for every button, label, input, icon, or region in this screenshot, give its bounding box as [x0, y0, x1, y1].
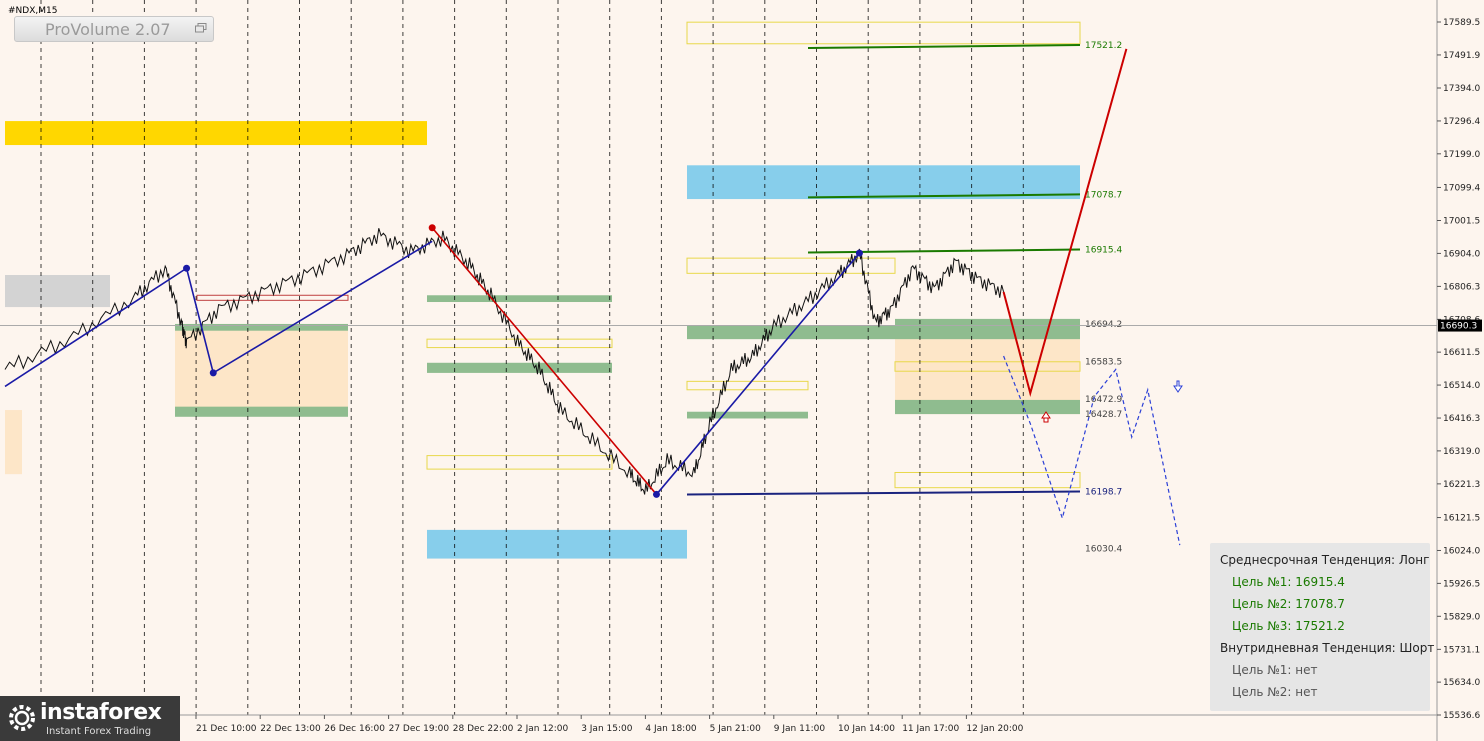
- green-zone: [895, 399, 1080, 415]
- intraday-trend-label: Внутридневная Тенденция: Шорт: [1220, 641, 1435, 655]
- sky-resistance-band: [687, 165, 1080, 200]
- y-tick-label: 16024.0: [1443, 546, 1480, 556]
- level-label: 17078.7: [1085, 190, 1122, 200]
- y-tick-label: 17001.5: [1443, 216, 1480, 226]
- x-tick-label: 10 Jan 14:00: [838, 724, 895, 734]
- logo-brand: instaforex: [40, 700, 162, 725]
- level-label: 17521.2: [1085, 41, 1122, 51]
- indicator-name: ProVolume 2.07: [45, 20, 171, 39]
- y-tick-label: 17199.0: [1443, 150, 1480, 160]
- target-2: Цель №2: 17078.7: [1232, 597, 1345, 611]
- green-zone: [895, 318, 1080, 326]
- x-tick-label: 3 Jan 15:00: [581, 724, 633, 734]
- logo-tagline: Instant Forex Trading: [46, 726, 152, 737]
- y-tick-label: 15634.0: [1443, 678, 1480, 688]
- intraday-target-1: Цель №1: нет: [1232, 663, 1318, 677]
- y-tick-label: 16611.5: [1443, 348, 1480, 358]
- y-tick-label: 17296.4: [1443, 117, 1480, 127]
- x-tick-label: 12 Jan 20:00: [966, 724, 1023, 734]
- y-tick-label: 15731.1: [1443, 645, 1480, 655]
- intraday-target-2: Цель №2: нет: [1232, 685, 1318, 699]
- pivot-point: [652, 490, 660, 498]
- x-tick-label: 5 Jan 21:00: [710, 724, 762, 734]
- y-tick-label: 17589.5: [1443, 18, 1480, 28]
- x-tick-label: 2 Jan 12:00: [517, 724, 569, 734]
- level-label: 16472.9: [1085, 395, 1122, 405]
- pivot-point: [209, 369, 217, 377]
- target-3: Цель №3: 17521.2: [1232, 619, 1345, 633]
- y-tick-label: 17491.9: [1443, 51, 1480, 61]
- beige-zone-left: [175, 329, 348, 411]
- current-price-value: 16690.3: [1440, 322, 1477, 332]
- y-tick-label: 16121.5: [1443, 514, 1480, 524]
- green-zone: [687, 411, 808, 419]
- level-label: 16198.7: [1085, 487, 1122, 497]
- green-zone: [175, 406, 348, 417]
- x-tick-label: 9 Jan 11:00: [774, 724, 826, 734]
- x-tick-label: 11 Jan 17:00: [902, 724, 959, 734]
- y-tick-label: 15926.5: [1443, 579, 1480, 589]
- restore-icon[interactable]: [195, 23, 207, 33]
- forecast-info-box: Среднесрочная Тенденция: Лонг Цель №1: 1…: [1210, 543, 1434, 711]
- x-tick-label: 22 Dec 13:00: [260, 724, 321, 734]
- pivot-point: [428, 224, 436, 232]
- y-tick-label: 16904.0: [1443, 249, 1480, 259]
- gear-logo-icon: [9, 705, 35, 731]
- x-tick-label: 28 Dec 22:00: [453, 724, 514, 734]
- gray-zone: [5, 275, 110, 308]
- x-tick-label: 21 Dec 10:00: [196, 724, 257, 734]
- medium-trend-label: Среднесрочная Тенденция: Лонг: [1220, 553, 1430, 567]
- instaforex-logo: instaforex Instant Forex Trading: [0, 696, 180, 741]
- x-tick-label: 4 Jan 18:00: [645, 724, 697, 734]
- pivot-point: [855, 249, 863, 257]
- symbol-label: #NDX,M15: [8, 6, 58, 16]
- sky-support-band: [427, 529, 687, 559]
- green-zone: [687, 325, 1080, 340]
- y-tick-label: 17394.0: [1443, 84, 1480, 94]
- target-1: Цель №1: 16915.4: [1232, 575, 1345, 589]
- x-tick-label: 26 Dec 16:00: [324, 724, 385, 734]
- y-tick-label: 16221.3: [1443, 480, 1480, 490]
- beige-zone-edge: [5, 410, 22, 475]
- x-tick-label: 27 Dec 19:00: [389, 724, 450, 734]
- provolume-panel[interactable]: ProVolume 2.07: [14, 16, 214, 42]
- y-tick-label: 15829.0: [1443, 612, 1480, 622]
- pivot-point: [183, 264, 191, 272]
- level-label: 16030.4: [1085, 544, 1122, 554]
- y-tick-label: 16319.0: [1443, 447, 1480, 457]
- y-tick-label: 16514.0: [1443, 381, 1480, 391]
- y-tick-label: 16416.3: [1443, 414, 1480, 424]
- gold-resistance-band: [5, 121, 427, 146]
- level-label: 16583.5: [1085, 358, 1122, 368]
- y-tick-label: 16806.3: [1443, 282, 1480, 292]
- level-label: 16915.4: [1085, 246, 1122, 256]
- y-tick-label: 15536.6: [1443, 711, 1480, 721]
- y-tick-label: 17099.4: [1443, 183, 1480, 193]
